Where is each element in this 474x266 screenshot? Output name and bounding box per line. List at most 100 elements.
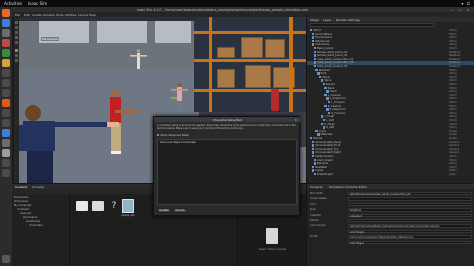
app-icon-2[interactable] xyxy=(2,79,10,87)
property-label: Kind xyxy=(310,202,316,206)
property-label: Visibility xyxy=(310,213,321,217)
menu-file[interactable]: File xyxy=(15,13,20,17)
command-text-box[interactable]: Seed and Steps to Simulate xyxy=(157,139,297,205)
browser-folder-tree: Bookmarks Omniverse My Computer localhos… xyxy=(12,194,70,266)
thumbnail-icon[interactable] xyxy=(122,199,134,213)
dialog-message: A character setup is about to be applied… xyxy=(157,124,296,131)
select-tool-icon[interactable] xyxy=(15,21,18,24)
menu-layout[interactable]: Layout xyxy=(78,13,88,17)
settings-icon[interactable] xyxy=(2,59,10,67)
folder-item[interactable]: characters xyxy=(29,224,43,227)
property-value-field[interactable]: SkelRoot xyxy=(348,208,472,212)
property-row: Instanceable xyxy=(310,197,474,201)
tab-property[interactable]: Property xyxy=(310,185,323,189)
property-value-field[interactable] xyxy=(348,197,472,201)
dialog-title-bar[interactable]: CharacterSetupTool xyxy=(154,117,301,122)
stage-row-type: Xform xyxy=(449,90,457,94)
app-icon-9[interactable] xyxy=(2,159,10,167)
stage-tree-row[interactable]: DistantLight Light xyxy=(307,173,474,177)
stage-row-type: Light xyxy=(449,173,456,176)
menu-utilities[interactable]: Utilities xyxy=(65,13,76,17)
prim-icon xyxy=(311,147,315,151)
menu-help[interactable]: Help xyxy=(89,13,96,17)
folder-item[interactable]: My Computer xyxy=(14,204,32,207)
app-icon-5[interactable] xyxy=(2,119,10,127)
window-controls-icon[interactable]: — ▢ ✕ xyxy=(450,8,471,12)
stage-row-type: Xform xyxy=(449,126,457,130)
property-row: Add Target xyxy=(310,229,474,234)
viewport-camera-label[interactable]: Perspective xyxy=(41,37,60,41)
menu-create[interactable]: Create xyxy=(32,13,42,17)
terminal-icon[interactable] xyxy=(2,49,10,57)
tab-layer[interactable]: Layer xyxy=(323,18,331,22)
property-value-field[interactable]: /World/Characters/male_adult_constructio… xyxy=(348,192,472,196)
prim-icon xyxy=(311,151,315,154)
tab-render-settings[interactable]: Render Settings xyxy=(336,18,360,22)
menu-window[interactable]: Window xyxy=(43,13,55,17)
move-tool-icon[interactable] xyxy=(15,26,18,29)
menu-edit[interactable]: Edit xyxy=(24,13,30,17)
app-icon-1[interactable] xyxy=(2,69,10,77)
property-value-field[interactable]: Add Target xyxy=(348,240,472,245)
app-icon-4[interactable] xyxy=(2,109,10,117)
tab-semantics[interactable]: Semantics Schema Editor xyxy=(329,185,367,189)
stage-search-input[interactable] xyxy=(310,23,434,27)
update-button[interactable]: Update xyxy=(157,208,171,213)
snap-tool-icon[interactable] xyxy=(15,41,18,44)
close-icon[interactable]: ✕ xyxy=(294,118,297,122)
character-setup-dialog[interactable]: CharacterSetupTool ✕ A character setup i… xyxy=(153,116,301,216)
folder-item[interactable]: standalone xyxy=(23,216,37,219)
files-icon[interactable] xyxy=(2,29,10,37)
property-value-field[interactable]: /World/Characters/Biped_Setup/CharacterA… xyxy=(348,224,472,228)
folder-icon[interactable] xyxy=(76,201,88,211)
property-label: Extent xyxy=(310,219,319,222)
cancel-button[interactable]: Cancel xyxy=(173,208,187,213)
folder-item[interactable]: warehouse xyxy=(26,220,40,223)
stop-icon[interactable] xyxy=(15,59,18,62)
folder-item[interactable]: localhost xyxy=(17,208,29,211)
mail-icon[interactable] xyxy=(2,19,10,27)
property-value-field[interactable] xyxy=(348,219,472,223)
property-value-field[interactable]: Add Target xyxy=(348,229,472,234)
prim-icon xyxy=(317,133,320,136)
folder-item[interactable]: Bookmarks xyxy=(14,196,29,199)
pause-icon[interactable] xyxy=(15,54,18,57)
prim-icon xyxy=(311,144,315,147)
activities-button[interactable]: Activities xyxy=(4,1,22,6)
tab-stage[interactable]: Stage xyxy=(310,18,319,22)
folder-item[interactable]: isaacsim xyxy=(20,212,31,215)
file-icon[interactable] xyxy=(92,201,104,211)
app-icon-7[interactable] xyxy=(2,139,10,147)
show-apps-icon[interactable] xyxy=(2,255,10,263)
rotate-tool-icon[interactable] xyxy=(15,31,18,34)
prim-icon xyxy=(326,108,329,111)
play-icon[interactable] xyxy=(15,49,18,52)
stage-row-type: Camera xyxy=(449,151,460,155)
prim-icon xyxy=(315,129,318,133)
menu-tools[interactable]: Tools xyxy=(56,13,63,17)
property-value-field[interactable]: inherited xyxy=(348,213,472,218)
software-icon[interactable] xyxy=(2,39,10,47)
folder-item[interactable]: Omniverse xyxy=(14,200,28,203)
preview-hint: Select a file to preview xyxy=(258,248,287,251)
system-tray[interactable]: ▾ ⏻ xyxy=(462,1,471,6)
advanced-fields-checkbox[interactable]: Show advanced fields xyxy=(157,134,189,137)
app-name-label[interactable]: Isaac Sim xyxy=(28,1,47,6)
unknown-file-icon[interactable]: ? xyxy=(108,201,120,211)
scale-tool-icon[interactable] xyxy=(15,36,18,39)
app-icon-3[interactable] xyxy=(2,89,10,97)
app-icon-8[interactable] xyxy=(2,149,10,157)
tab-content[interactable]: Content xyxy=(15,185,27,189)
app-icon-10[interactable] xyxy=(2,169,10,177)
tab-console[interactable]: Console xyxy=(32,185,44,189)
app-icon-6[interactable] xyxy=(2,129,10,137)
prim-icon xyxy=(320,79,324,82)
browser-icon[interactable] xyxy=(2,9,10,17)
stage-row-type: Xform xyxy=(449,169,457,173)
prim-icon xyxy=(320,115,324,118)
prim-icon xyxy=(311,39,315,43)
property-value-field[interactable]: /omni.anim.people/scripts/character_beha… xyxy=(348,235,472,239)
prim-icon xyxy=(322,126,325,129)
property-value-field[interactable] xyxy=(348,202,472,207)
ubuntu-icon[interactable] xyxy=(2,99,10,107)
